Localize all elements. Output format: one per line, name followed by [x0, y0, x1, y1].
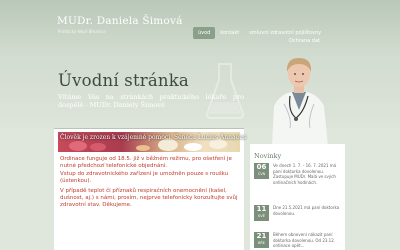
news-text: Dne 21.5.2021 má paní doktorka dovolenou… [273, 205, 340, 216]
news-item[interactable]: 11 KVĚ Dne 21.5.2021 má paní doktorka do… [254, 205, 344, 227]
nav-item-uvod[interactable]: úvod [193, 27, 216, 39]
date-day: 21 [256, 232, 267, 240]
site-title[interactable]: MUDr. Daniela Šimová [57, 15, 183, 27]
notice-paragraph: Ordinace funguje od 18.5. již v běžném r… [60, 156, 232, 169]
news-item[interactable]: 06 ČVN Ve dnech 1. 7. - 16. 7. 2021 má p… [254, 163, 344, 185]
date-day: 06 [256, 163, 267, 171]
news-item[interactable]: 21 BŘE Během obnovení nákazit paní dokto… [254, 232, 344, 250]
news-text: Ve dnech 1. 7. - 16. 7. 2021 má paní dok… [273, 163, 337, 185]
flask-watermark-icon [205, 63, 245, 119]
news-text: Během obnovení nákazit paní doktorka dov… [273, 232, 336, 248]
date-month: KVĚ [258, 214, 265, 218]
date-day: 11 [256, 205, 267, 213]
doctor-photo [272, 58, 328, 146]
news-title: Novinky [254, 152, 282, 160]
nav-item-ochrana-dat[interactable]: Ochrana dat [289, 38, 320, 44]
notice-paragraph: Vstup do zdravotnického zařízení je umož… [60, 171, 229, 184]
notice-paragraph: V případě teplot či příznaků respiračníc… [60, 188, 238, 208]
nav-item-kontakt[interactable]: kontakt [215, 27, 244, 39]
site-subtitle: Praktický lékař Březnice [58, 29, 106, 34]
date-month: ČVN [257, 172, 266, 176]
page-title: Úvodní stránka [58, 71, 189, 90]
date-month: BŘE [257, 241, 266, 245]
date-badge: 11 KVĚ [254, 205, 269, 221]
welcome-text: Vítáme Vás na stránkách praktického léka… [58, 93, 244, 109]
banner-caption: Člověk je zrozen k vzájemné pomoci. Sene… [60, 134, 247, 141]
date-badge: 21 BŘE [254, 232, 269, 248]
date-badge: 06 ČVN [254, 163, 269, 179]
